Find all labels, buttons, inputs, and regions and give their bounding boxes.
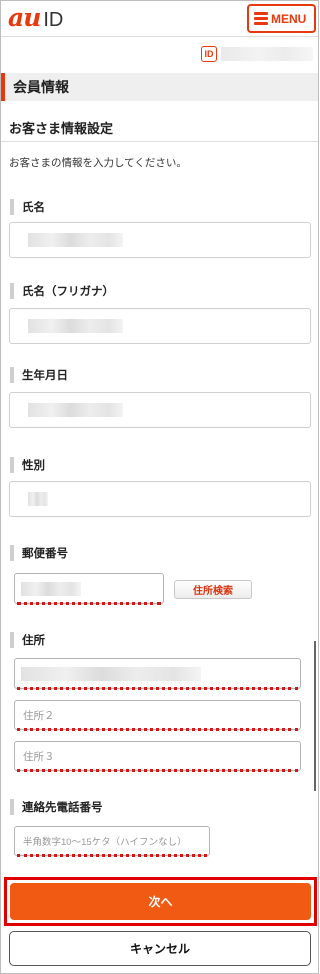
name-kana-value-redacted [28, 319, 123, 333]
menu-label: MENU [271, 11, 307, 26]
address-label-text: 住所 [22, 633, 45, 647]
birthdate-label: 生年月日 [10, 366, 68, 384]
postal-value-redacted [21, 581, 81, 596]
label-marker [10, 545, 14, 561]
section-title: 会員情報 [13, 80, 69, 96]
phone-input[interactable]: 半角数字10〜15ケタ（ハイフンなし） [14, 826, 210, 857]
address1-input[interactable] [14, 658, 301, 690]
name-value-box [9, 222, 311, 258]
label-marker [10, 799, 14, 815]
logo-id-text: ID [43, 9, 64, 31]
postal-label-text: 郵便番号 [22, 546, 68, 560]
name-kana-label: 氏名（フリガナ） [10, 282, 114, 300]
address-label: 住所 [10, 631, 45, 649]
gender-value-redacted [28, 492, 48, 506]
account-id-redacted [221, 47, 313, 61]
address-search-button[interactable]: 住所検索 [174, 580, 252, 599]
name-value-redacted [28, 233, 123, 247]
name-kana-value-box [9, 308, 311, 344]
birthdate-value-redacted [28, 403, 123, 417]
account-id-row: ID [201, 46, 313, 62]
logo-au-text: au [8, 3, 41, 32]
gender-label-text: 性別 [22, 458, 45, 472]
phone-label: 連絡先電話番号 [10, 798, 103, 816]
postal-input[interactable] [14, 573, 164, 605]
postal-label: 郵便番号 [10, 544, 68, 562]
birthdate-label-text: 生年月日 [22, 368, 68, 382]
address2-input[interactable]: 住所２ [14, 700, 301, 731]
gender-label: 性別 [10, 456, 45, 474]
next-button-highlight: 次へ [4, 877, 317, 926]
label-marker [10, 199, 14, 215]
id-icon: ID [201, 46, 217, 62]
menu-button[interactable]: MENU [247, 4, 316, 33]
name-label: 氏名 [10, 198, 45, 216]
label-marker [10, 283, 14, 299]
address3-input[interactable]: 住所３ [14, 741, 301, 772]
section-heading: 会員情報 [1, 73, 318, 101]
gender-value-box [9, 481, 311, 517]
address1-value-redacted [21, 666, 201, 681]
name-kana-label-text: 氏名（フリガナ） [22, 284, 114, 298]
header: au ID MENU [1, 1, 318, 37]
au-id-logo[interactable]: au ID [8, 3, 64, 32]
cancel-button[interactable]: キャンセル [9, 931, 311, 966]
birthdate-value-box [9, 392, 311, 428]
phone-label-text: 連絡先電話番号 [22, 800, 103, 814]
label-marker [10, 457, 14, 473]
subsection-divider [1, 141, 318, 142]
hamburger-icon [254, 12, 268, 25]
name-label-text: 氏名 [22, 200, 45, 214]
label-marker [10, 632, 14, 648]
intro-text: お客さまの情報を入力してください。 [9, 157, 187, 169]
next-button[interactable]: 次へ [10, 883, 311, 920]
scrollbar[interactable] [314, 641, 316, 791]
subsection-title: お客さま情報設定 [9, 122, 114, 137]
label-marker [10, 367, 14, 383]
